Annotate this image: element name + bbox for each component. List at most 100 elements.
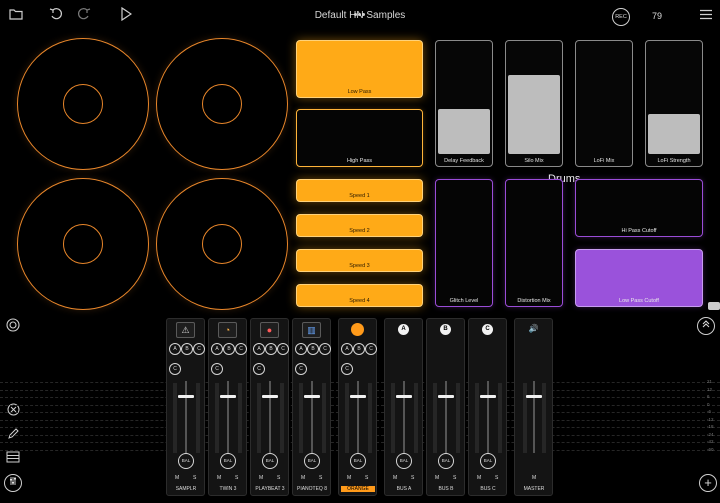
solo-button[interactable]: S bbox=[235, 475, 238, 481]
solo-button[interactable]: S bbox=[411, 475, 414, 481]
audio-unit-icon[interactable] bbox=[5, 318, 21, 334]
add-channel-button[interactable]: + bbox=[699, 474, 717, 492]
send-knob[interactable]: C bbox=[295, 363, 307, 375]
xy-knob-1[interactable] bbox=[17, 38, 149, 170]
piano-icon[interactable]: ▥ bbox=[302, 322, 321, 338]
channel-name[interactable]: MASTER bbox=[513, 486, 555, 492]
volume-fader-track[interactable] bbox=[311, 381, 313, 453]
volume-fader-handle[interactable] bbox=[304, 395, 320, 398]
pad-distortion-mix[interactable]: Distortion Mix bbox=[505, 179, 563, 307]
mute-button[interactable]: M bbox=[175, 475, 179, 481]
channel-name[interactable]: ORANGE bbox=[341, 486, 375, 492]
collapse-panel-icon[interactable] bbox=[697, 317, 715, 335]
pad-speed-4[interactable]: Speed 4 bbox=[296, 284, 423, 307]
mixer-channel-samplr[interactable]: ⚠ A B C C BAL M S SAMPLR bbox=[166, 318, 205, 496]
volume-fader-track[interactable] bbox=[227, 381, 229, 453]
channel-name[interactable]: BUS A bbox=[383, 486, 425, 492]
solo-button[interactable]: S bbox=[193, 475, 196, 481]
volume-fader-track[interactable] bbox=[185, 381, 187, 453]
send-knob[interactable]: C bbox=[365, 343, 377, 355]
pad-speed-1[interactable]: Speed 1 bbox=[296, 179, 423, 202]
project-title[interactable]: Default HN Samples bbox=[260, 10, 460, 21]
balance-knob[interactable]: BAL bbox=[220, 453, 236, 469]
send-knob[interactable]: B bbox=[265, 343, 277, 355]
balance-knob[interactable]: BAL bbox=[304, 453, 320, 469]
volume-fader-handle[interactable] bbox=[262, 395, 278, 398]
mixer-channel-orange[interactable]: A B C C BAL M S ORANGE bbox=[338, 318, 377, 496]
resize-handle[interactable] bbox=[708, 302, 720, 310]
drum-machine-icon[interactable]: ● bbox=[260, 322, 279, 338]
solo-button[interactable]: S bbox=[453, 475, 456, 481]
volume-fader-track[interactable] bbox=[403, 381, 405, 453]
fader-lofi-mix[interactable]: LoFi Mix bbox=[575, 40, 633, 167]
balance-knob[interactable]: BAL bbox=[262, 453, 278, 469]
send-knob[interactable]: C bbox=[193, 343, 205, 355]
volume-fader-track[interactable] bbox=[533, 381, 535, 453]
xy-knob-3[interactable] bbox=[17, 178, 149, 310]
balance-knob[interactable]: BAL bbox=[178, 453, 194, 469]
mute-button[interactable]: M bbox=[347, 475, 351, 481]
send-knob[interactable]: C bbox=[277, 343, 289, 355]
fader-silo-mix[interactable]: Silo Mix bbox=[505, 40, 563, 167]
menu-icon[interactable] bbox=[696, 7, 716, 25]
channel-name[interactable]: PIANOTEQ 8 bbox=[291, 486, 333, 492]
send-knob[interactable]: B bbox=[223, 343, 235, 355]
xy-knob-2[interactable] bbox=[156, 38, 288, 170]
volume-fader-handle[interactable] bbox=[526, 395, 542, 398]
send-knob[interactable]: A bbox=[295, 343, 307, 355]
send-knob[interactable]: B bbox=[353, 343, 365, 355]
more-dots-icon[interactable] bbox=[354, 3, 366, 16]
pad-low-pass[interactable]: Low Pass bbox=[296, 40, 423, 98]
volume-fader-track[interactable] bbox=[357, 381, 359, 453]
record-button[interactable]: REC bbox=[612, 8, 630, 26]
send-knob[interactable]: A bbox=[169, 343, 181, 355]
volume-fader-handle[interactable] bbox=[220, 395, 236, 398]
play-icon[interactable] bbox=[116, 6, 136, 25]
send-knob[interactable]: A bbox=[253, 343, 265, 355]
pad-hi-pass-cutoff[interactable]: Hi Pass Cutoff bbox=[575, 179, 703, 237]
mute-button[interactable]: M bbox=[532, 475, 536, 481]
channel-name[interactable]: TWIN 3 bbox=[207, 486, 249, 492]
send-knob[interactable]: B bbox=[181, 343, 193, 355]
volume-fader-handle[interactable] bbox=[438, 395, 454, 398]
mute-button[interactable]: M bbox=[301, 475, 305, 481]
channel-name[interactable]: PLAYBEAT 3 bbox=[249, 486, 291, 492]
mixer-channel-pianoteq-8[interactable]: ▥ A B C C BAL M S PIANOTEQ 8 bbox=[292, 318, 331, 496]
channel-name[interactable]: SAMPLR bbox=[165, 486, 207, 492]
solo-button[interactable]: S bbox=[277, 475, 280, 481]
volume-fader-handle[interactable] bbox=[480, 395, 496, 398]
fader-lofi-strength[interactable]: LoFi Strength bbox=[645, 40, 703, 167]
mute-button[interactable]: M bbox=[393, 475, 397, 481]
pad-glitch-level[interactable]: Glitch Level bbox=[435, 179, 493, 307]
volume-fader-handle[interactable] bbox=[350, 395, 366, 398]
xy-knob-4[interactable] bbox=[156, 178, 288, 310]
undo-icon[interactable] bbox=[46, 7, 66, 25]
volume-fader-track[interactable] bbox=[487, 381, 489, 453]
send-knob[interactable]: C bbox=[253, 363, 265, 375]
send-knob[interactable]: C bbox=[341, 363, 353, 375]
send-knob[interactable]: A bbox=[211, 343, 223, 355]
send-knob[interactable]: C bbox=[319, 343, 331, 355]
mixer-channel-master[interactable]: 🔊 M MASTER bbox=[514, 318, 553, 496]
channel-name[interactable]: BUS C bbox=[467, 486, 509, 492]
send-knob[interactable]: B bbox=[307, 343, 319, 355]
tempo-value[interactable]: 79 bbox=[652, 11, 662, 21]
send-knob[interactable]: C bbox=[211, 363, 223, 375]
mixer-channel-bus-b[interactable]: B BAL M S BUS B bbox=[426, 318, 465, 496]
pad-speed-3[interactable]: Speed 3 bbox=[296, 249, 423, 272]
send-knob[interactable]: C bbox=[235, 343, 247, 355]
mixer-channel-bus-c[interactable]: C BAL M S BUS C bbox=[468, 318, 507, 496]
bus-letter-icon[interactable]: C bbox=[482, 324, 493, 335]
mute-button[interactable]: M bbox=[435, 475, 439, 481]
channel-name[interactable]: BUS B bbox=[425, 486, 467, 492]
volume-fader-handle[interactable] bbox=[396, 395, 412, 398]
send-knob[interactable]: A bbox=[341, 343, 353, 355]
send-knob[interactable]: C bbox=[169, 363, 181, 375]
balance-knob[interactable]: BAL bbox=[480, 453, 496, 469]
fader-delay-feedback[interactable]: Delay Feedback bbox=[435, 40, 493, 167]
folder-icon[interactable] bbox=[6, 7, 26, 25]
mute-button[interactable]: M bbox=[259, 475, 263, 481]
balance-knob[interactable]: BAL bbox=[438, 453, 454, 469]
mixer-channel-playbeat-3[interactable]: ● A B C C BAL M S PLAYBEAT 3 bbox=[250, 318, 289, 496]
mixer-settings-icon[interactable] bbox=[4, 474, 22, 492]
